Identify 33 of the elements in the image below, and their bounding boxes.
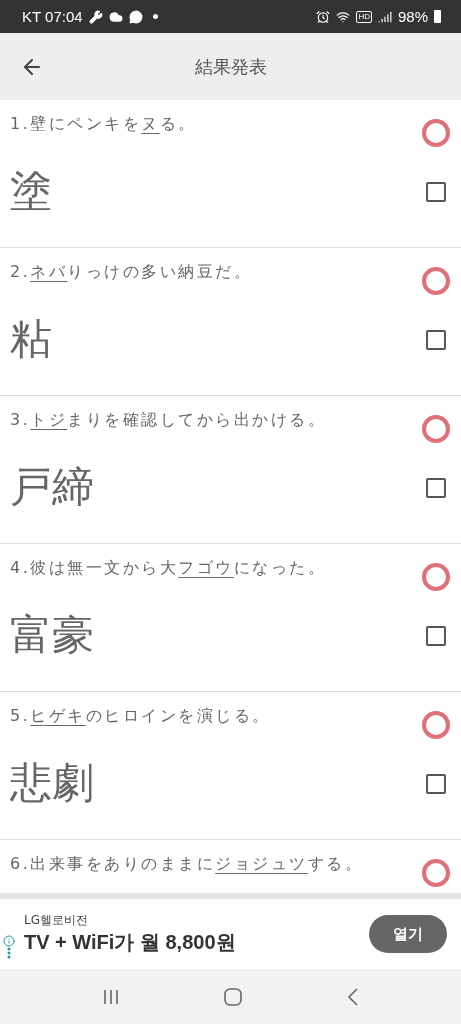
advertiser-name: LG헬로비전 [24, 912, 89, 929]
checkbox[interactable] [426, 182, 446, 202]
checkbox[interactable] [426, 330, 446, 350]
question-text: 2.ネバ りっけの多い納豆だ。 [9, 261, 254, 283]
dot-icon [152, 14, 158, 19]
answer-text: 塗 [9, 165, 53, 217]
signal-icon [377, 9, 392, 24]
battery-percent: 98% [397, 8, 428, 25]
answer-text: 粘 [9, 313, 53, 365]
alarm-icon [316, 9, 331, 24]
page-title: 結果発表 [194, 54, 267, 79]
answer-text: 悲劇 [9, 757, 95, 809]
battery-icon [434, 10, 441, 23]
chat-icon [128, 9, 143, 24]
carrier-time: KT 07:04 [22, 8, 83, 25]
question-text: 3.トジ まりを確認してから出かける。 [9, 409, 328, 431]
dots-icon[interactable] [7, 947, 11, 959]
answer-text: 富豪 [9, 609, 95, 661]
hd-badge: HD [356, 10, 372, 23]
wifi-icon [336, 9, 351, 24]
ad-banner[interactable]: LG헬로비전 TV + WiFi가 월 8,800원 열기 [0, 899, 461, 969]
answer-text: 戸締 [9, 461, 95, 513]
question-text: 6.出来事をありのままに ジョジュツする。 [9, 853, 365, 875]
question-text: 4.彼は無一文から大 フゴウ になった。 [9, 557, 328, 579]
question-text: 5.ヒゲキ のヒロインを演じる。 [9, 705, 272, 727]
checkbox[interactable] [426, 626, 446, 646]
checkbox[interactable] [426, 478, 446, 498]
checkbox[interactable] [426, 774, 446, 794]
question-text: 1.壁にペンキを ヌ る。 [9, 113, 198, 135]
wrench-icon [88, 9, 103, 24]
cloud-icon [108, 9, 123, 24]
open-button[interactable]: 열기 [369, 915, 447, 953]
ad-headline: TV + WiFi가 월 8,800원 [24, 930, 237, 955]
